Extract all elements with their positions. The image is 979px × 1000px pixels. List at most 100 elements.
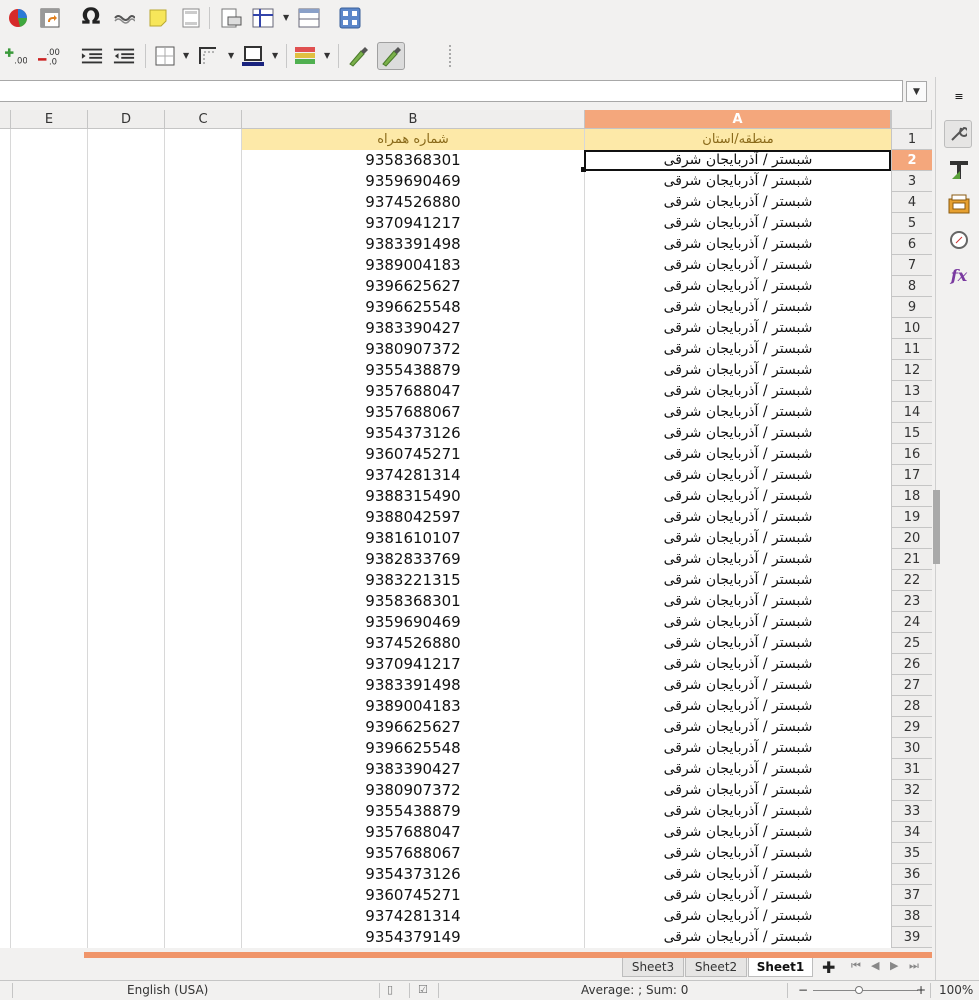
cell-a[interactable]: شبستر / آذربایجان شرقی [585, 696, 891, 717]
cell-b[interactable]: 9396625548 [242, 297, 584, 318]
cell-a[interactable]: شبستر / آذربایجان شرقی [585, 507, 891, 528]
cell-b[interactable]: 9396625627 [242, 717, 584, 738]
zoom-slider-handle[interactable] [855, 986, 863, 994]
cell-b[interactable]: 9396625627 [242, 276, 584, 297]
cell-b[interactable]: 9388042597 [242, 507, 584, 528]
row-header[interactable]: 5 [891, 213, 932, 234]
cell-a[interactable]: شبستر / آذربایجان شرقی [585, 276, 891, 297]
formula-input[interactable] [0, 80, 903, 102]
corner-header[interactable] [891, 110, 932, 129]
row-header[interactable]: 36 [891, 864, 932, 885]
cell-a[interactable]: شبستر / آذربایجان شرقی [585, 759, 891, 780]
cell-a[interactable]: شبستر / آذربایجان شرقی [585, 171, 891, 192]
cell-a[interactable]: شبستر / آذربایجان شرقی [585, 360, 891, 381]
row-header[interactable]: 22 [891, 570, 932, 591]
zoom-slider[interactable] [813, 990, 918, 991]
cell-a[interactable]: شبستر / آذربایجان شرقی [585, 822, 891, 843]
cell-b[interactable]: 9370941217 [242, 654, 584, 675]
column-header-d[interactable]: D [88, 110, 165, 129]
cell-b[interactable]: 9388315490 [242, 486, 584, 507]
cell-a[interactable]: شبستر / آذربایجان شرقی [585, 192, 891, 213]
cell-b[interactable]: 9354379149 [242, 927, 584, 948]
chart-icon[interactable] [7, 7, 29, 29]
row-header[interactable]: 28 [891, 696, 932, 717]
cell-a[interactable]: شبستر / آذربایجان شرقی [585, 465, 891, 486]
cell-b[interactable]: 9358368301 [242, 150, 584, 171]
zoom-level[interactable]: 100% [939, 983, 973, 997]
row-header[interactable]: 7 [891, 255, 932, 276]
row-header[interactable]: 16 [891, 444, 932, 465]
row-header[interactable]: 4 [891, 192, 932, 213]
column-header-a[interactable]: A [585, 110, 891, 129]
cell-b[interactable]: 9357688067 [242, 402, 584, 423]
headers-footers-icon[interactable] [180, 7, 202, 29]
first-sheet-icon[interactable]: ⏮ [851, 959, 861, 973]
decrease-indent-icon[interactable] [113, 45, 135, 67]
cell-b[interactable]: 9381610107 [242, 528, 584, 549]
cell-a[interactable]: شبستر / آذربایجان شرقی [585, 570, 891, 591]
cell-a[interactable]: شبستر / آذربایجان شرقی [585, 780, 891, 801]
last-sheet-icon[interactable]: ⏭ [909, 959, 919, 973]
cell-b[interactable]: 9357688047 [242, 381, 584, 402]
row-header[interactable]: 23 [891, 591, 932, 612]
zoom-out-button[interactable]: − [798, 983, 808, 997]
cell-a[interactable]: شبستر / آذربایجان شرقی [585, 927, 891, 948]
cell-b[interactable]: 9374281314 [242, 906, 584, 927]
cell-b[interactable]: 9374281314 [242, 465, 584, 486]
row-header[interactable]: 26 [891, 654, 932, 675]
cell-a[interactable]: شبستر / آذربایجان شرقی [585, 654, 891, 675]
row-header[interactable]: 12 [891, 360, 932, 381]
border-style-icon[interactable] [197, 45, 219, 67]
special-character-icon[interactable]: Ω [80, 5, 102, 30]
cell-a[interactable]: شبستر / آذربایجان شرقی [585, 717, 891, 738]
comment-icon[interactable] [147, 7, 169, 29]
row-header[interactable]: 6 [891, 234, 932, 255]
gallery-icon[interactable] [948, 193, 970, 215]
row-header[interactable]: 8 [891, 276, 932, 297]
freeze-rows-icon[interactable] [252, 7, 274, 29]
sidebar-collapse-handle[interactable] [933, 490, 940, 564]
cell-a[interactable]: شبستر / آذربایجان شرقی [585, 234, 891, 255]
cell-a[interactable]: شبستر / آذربایجان شرقی [585, 591, 891, 612]
cell-b[interactable]: 9380907372 [242, 339, 584, 360]
cell-a[interactable]: شبستر / آذربایجان شرقی [585, 444, 891, 465]
cell-b[interactable]: 9360745271 [242, 885, 584, 906]
header-cell-b[interactable]: شماره همراه [242, 129, 584, 150]
formula-expand-button[interactable]: ▼ [906, 81, 927, 102]
cell-b[interactable]: 9355438879 [242, 360, 584, 381]
row-header[interactable]: 39 [891, 927, 932, 948]
row-header[interactable]: 24 [891, 612, 932, 633]
column-header-b[interactable]: B [242, 110, 585, 129]
row-header[interactable]: 13 [891, 381, 932, 402]
cell-a[interactable]: شبستر / آذربایجان شرقی [585, 549, 891, 570]
header-cell-a[interactable]: منطقه/استان [585, 129, 891, 150]
cell-a[interactable]: شبستر / آذربایجان شرقی [585, 486, 891, 507]
cell-b[interactable]: 9389004183 [242, 696, 584, 717]
cell-a[interactable]: شبستر / آذربایجان شرقی [585, 675, 891, 696]
cell-a[interactable]: شبستر / آذربایجان شرقی [585, 528, 891, 549]
cell-a[interactable]: شبستر / آذربایجان شرقی [585, 612, 891, 633]
conditional-format-icon[interactable] [294, 45, 316, 67]
row-header[interactable]: 19 [891, 507, 932, 528]
properties-icon[interactable] [944, 120, 972, 148]
cell-b[interactable]: 9382833769 [242, 549, 584, 570]
navigator-icon[interactable] [948, 229, 970, 251]
cell-b[interactable]: 9383390427 [242, 318, 584, 339]
column-header-c[interactable]: C [165, 110, 242, 129]
spreadsheet-grid[interactable]: E D C B A شماره همراه منطقه/استان 1 9358… [0, 110, 932, 948]
borders-icon[interactable] [154, 45, 176, 67]
row-header[interactable]: 37 [891, 885, 932, 906]
prev-sheet-icon[interactable]: ◀ [871, 959, 879, 972]
row-header[interactable]: 21 [891, 549, 932, 570]
cell-b[interactable]: 9383391498 [242, 234, 584, 255]
cell-b[interactable]: 9354373126 [242, 423, 584, 444]
pivot-table-icon[interactable] [39, 7, 61, 29]
draw-functions-icon[interactable] [377, 42, 405, 70]
row-header[interactable]: 9 [891, 297, 932, 318]
cell-b[interactable]: 9357688067 [242, 843, 584, 864]
cell-b[interactable]: 9380907372 [242, 780, 584, 801]
sheet-tab-sheet1[interactable]: Sheet1 [748, 958, 813, 977]
cell-a[interactable]: شبستر / آذربایجان شرقی [585, 381, 891, 402]
cell-a[interactable]: شبستر / آذربایجان شرقی [585, 297, 891, 318]
cell-a[interactable]: شبستر / آذربایجان شرقی [585, 633, 891, 654]
